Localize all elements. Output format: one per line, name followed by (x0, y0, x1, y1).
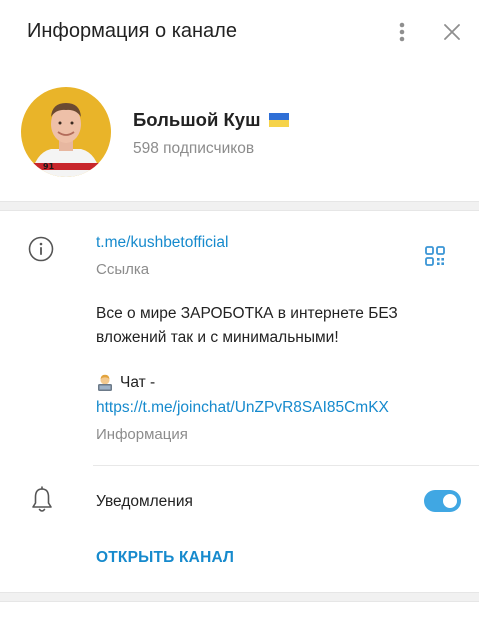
svg-text:91: 91 (43, 162, 55, 171)
chat-row: Чат - (96, 374, 155, 392)
chat-label: Чат - (120, 374, 156, 391)
section-separator (0, 201, 479, 211)
ukraine-flag-icon (268, 113, 289, 127)
bottom-separator (0, 592, 479, 602)
more-vertical-icon (399, 22, 405, 42)
channel-description: Все о мире ЗАРОБОТКА в интернете БЕЗ вло… (96, 302, 456, 350)
more-options-button[interactable] (386, 16, 418, 48)
subscribers-count: 598 подписчиков (133, 140, 255, 157)
close-icon (444, 24, 460, 40)
link-caption: Ссылка (96, 261, 150, 278)
description-line: Все о мире ЗАРОБОТКА в интернете БЕЗ (96, 305, 398, 322)
bell-icon (32, 486, 52, 512)
info-caption: Информация (96, 426, 188, 443)
toggle-knob (441, 492, 459, 510)
description-line: вложений так и с минимальными! (96, 329, 339, 346)
chat-invite-link[interactable]: https://t.me/joinchat/UnZPvR8SAI85CmKX (96, 399, 389, 417)
channel-avatar[interactable]: 91 (21, 87, 111, 177)
qr-code-icon (425, 246, 445, 266)
technologist-emoji-icon (98, 374, 112, 391)
panel-title: Информация о канале (27, 20, 237, 42)
panel-header: Информация о канале (0, 0, 479, 64)
avatar-image: 91 (21, 87, 111, 177)
open-channel-button[interactable]: ОТКРЫТЬ КАНАЛ (96, 549, 234, 567)
row-divider (93, 465, 479, 466)
close-button[interactable] (436, 16, 468, 48)
qr-code-button[interactable] (420, 241, 450, 271)
info-icon (28, 236, 54, 262)
channel-link[interactable]: t.me/kushbetofficial (96, 234, 228, 252)
channel-name: Большой Куш (133, 109, 289, 131)
channel-profile: 91 Большой Куш 598 подписчиков (0, 64, 479, 202)
channel-name-text: Большой Куш (133, 109, 261, 130)
notifications-label: Уведомления (96, 493, 193, 510)
notifications-toggle[interactable] (424, 490, 461, 512)
